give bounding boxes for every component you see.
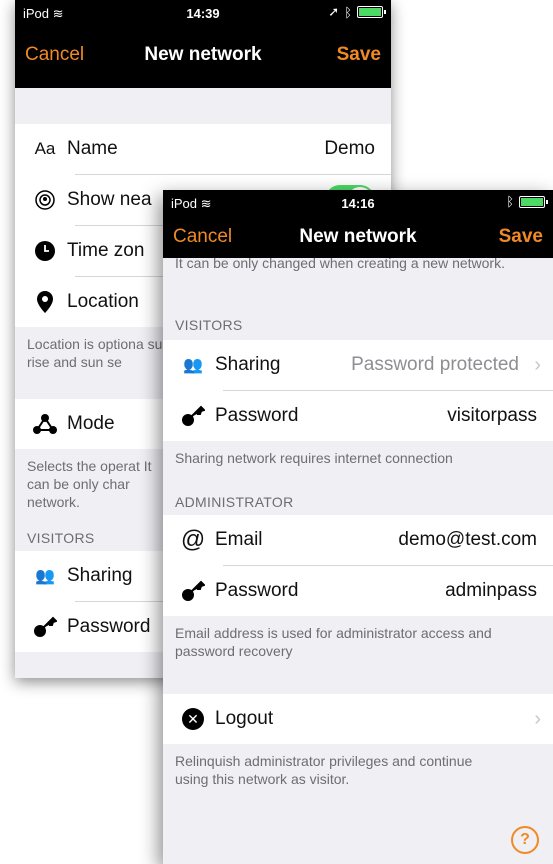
show-nearby-label: Show nea [67,189,152,210]
key-icon [23,616,67,638]
page-title: New network [299,226,417,247]
email-label: Email [215,529,263,550]
logout-label: Logout [215,708,274,729]
save-button[interactable]: Save [337,44,381,66]
administrator-footer: Email address is used for administrator … [175,625,492,659]
page-title: New network [144,44,262,65]
broadcast-icon [23,189,67,211]
sharing-label: Sharing [67,565,133,586]
nav-bar: Cancel New network Save [15,26,391,88]
name-row[interactable]: Aa Name Demo [15,124,391,174]
chevron-right-icon: › [534,353,541,376]
mode-icon [23,413,67,435]
administrator-header: ADMINISTRATOR [175,494,294,510]
email-row[interactable]: @ Email demo@test.com [163,515,553,565]
close-circle-icon: ✕ [182,708,204,730]
save-button[interactable]: Save [499,226,543,248]
location-arrow-icon: ➚ [328,4,340,19]
email-value[interactable]: demo@test.com [398,529,537,551]
visitor-password-label: Password [215,405,299,426]
visitor-password-row[interactable]: Password visitorpass [163,391,553,441]
admin-password-label: Password [215,580,299,601]
status-bar: iPod ≋ 14:39 ➚ ᛒ [15,0,391,26]
clock-icon [23,240,67,262]
status-bar: iPod ≋ 14:16 ᛒ [163,190,553,216]
map-pin-icon [23,290,67,314]
help-icon[interactable]: ? [511,826,539,854]
name-value: Demo [324,138,375,159]
visitors-footer: Sharing network requires internet connec… [175,450,453,466]
people-icon: 👥 [35,568,55,585]
bluetooth-icon: ᛒ [506,194,514,209]
visitors-header: VISITORS [175,317,243,333]
logout-row[interactable]: ✕ Logout › [163,694,553,744]
battery-icon [519,195,548,208]
name-label: Name [67,138,118,159]
key-icon [171,580,215,602]
sharing-value: Password protected [351,354,519,375]
sharing-row[interactable]: 👥 Sharing Password protected › [163,340,553,390]
chevron-right-icon: › [534,707,541,730]
admin-password-value[interactable]: adminpass [445,580,537,602]
people-icon: 👥 [183,357,203,374]
mode-label: Mode [67,413,115,434]
timezone-label: Time zon [67,240,145,261]
admin-password-row[interactable]: Password adminpass [163,566,553,616]
bluetooth-icon: ᛒ [344,4,352,20]
visitor-password-value[interactable]: visitorpass [447,405,537,427]
password-label: Password [67,616,151,637]
key-icon [171,405,215,427]
battery-icon [357,6,386,18]
text-icon: Aa [34,139,56,158]
clock: 14:16 [341,196,375,211]
front-screen: iPod ≋ 14:16 ᛒ Cancel New network Save I… [163,190,553,864]
location-label: Location [67,291,139,312]
logout-footer: Relinquish administrator privileges and … [175,753,473,787]
sharing-label: Sharing [215,354,281,375]
nav-bar: Cancel New network Save [163,216,553,258]
at-sign-icon: @ [180,526,206,553]
